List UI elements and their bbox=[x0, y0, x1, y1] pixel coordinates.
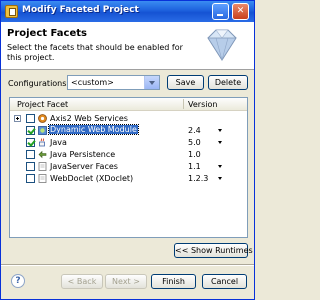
dialog-icon bbox=[5, 5, 18, 18]
persistence-icon bbox=[38, 150, 47, 159]
delete-button[interactable]: Delete bbox=[208, 75, 248, 90]
configurations-value: <custom> bbox=[71, 78, 114, 87]
facet-version[interactable]: 1.1 bbox=[188, 162, 201, 171]
facet-row-axis2[interactable]: Axis2 Web Services bbox=[10, 113, 247, 124]
facet-row-webdoclet[interactable]: WebDoclet (XDoclet) 1.2.3 bbox=[10, 173, 247, 184]
table-header: Project Facet Version bbox=[10, 98, 247, 111]
facet-checkbox[interactable] bbox=[26, 114, 35, 123]
diamond-gem-icon bbox=[207, 29, 237, 61]
version-dropdown-icon[interactable] bbox=[218, 177, 222, 180]
column-divider[interactable] bbox=[183, 99, 184, 109]
configurations-label: Configurations: bbox=[8, 79, 70, 88]
chevron-down-icon[interactable] bbox=[144, 76, 159, 89]
facet-name: Java Persistence bbox=[50, 150, 116, 159]
jsf-icon bbox=[38, 162, 47, 171]
minimize-button[interactable] bbox=[212, 3, 229, 20]
web-module-icon bbox=[38, 126, 47, 135]
close-button[interactable]: ✕ bbox=[232, 3, 249, 20]
facets-table: Project Facet Version Axis2 Web Services… bbox=[9, 97, 248, 238]
show-runtimes-button[interactable]: << Show Runtimes bbox=[174, 243, 253, 258]
facet-row-dynamic-web-module[interactable]: Dynamic Web Module 2.4 bbox=[10, 124, 247, 136]
dialog-window: Modify Faceted Project ✕ Project Facets … bbox=[0, 0, 255, 300]
configurations-dropdown[interactable]: <custom> bbox=[67, 75, 160, 90]
facet-row-javaserver-faces[interactable]: JavaServer Faces 1.1 bbox=[10, 161, 247, 172]
page-title: Project Facets bbox=[7, 28, 87, 39]
facet-name: Dynamic Web Module bbox=[48, 124, 139, 135]
title-bar[interactable]: Modify Faceted Project ✕ bbox=[1, 1, 254, 22]
facet-checkbox[interactable] bbox=[26, 162, 35, 171]
page-description: Select the facets that should be enabled… bbox=[7, 43, 183, 62]
facet-version[interactable]: 1.0 bbox=[188, 150, 201, 159]
facet-checkbox[interactable] bbox=[26, 138, 35, 147]
java-icon bbox=[39, 138, 45, 147]
facet-checkbox[interactable] bbox=[26, 174, 35, 183]
window-title: Modify Faceted Project bbox=[22, 5, 139, 15]
expand-icon[interactable] bbox=[14, 115, 21, 122]
facet-version[interactable]: 2.4 bbox=[188, 126, 201, 135]
footer-divider bbox=[1, 264, 254, 266]
wizard-header: Project Facets Select the facets that sh… bbox=[1, 22, 254, 70]
column-header-version[interactable]: Version bbox=[188, 100, 217, 109]
facet-name: Java bbox=[50, 138, 67, 147]
axis2-icon bbox=[38, 114, 47, 123]
version-dropdown-icon[interactable] bbox=[218, 129, 222, 132]
webdoclet-icon bbox=[38, 174, 47, 183]
finish-button[interactable]: Finish bbox=[151, 274, 196, 289]
facet-name: JavaServer Faces bbox=[50, 162, 118, 171]
facet-version[interactable]: 1.2.3 bbox=[188, 174, 208, 183]
facet-row-java-persistence[interactable]: Java Persistence 1.0 bbox=[10, 149, 247, 160]
version-dropdown-icon[interactable] bbox=[218, 165, 222, 168]
facet-row-java[interactable]: Java 5.0 bbox=[10, 137, 247, 148]
save-button[interactable]: Save bbox=[167, 75, 204, 90]
version-dropdown-icon[interactable] bbox=[218, 141, 222, 144]
facet-name: Axis2 Web Services bbox=[50, 114, 128, 123]
facet-checkbox[interactable] bbox=[26, 150, 35, 159]
facet-name: WebDoclet (XDoclet) bbox=[50, 174, 134, 183]
cancel-button[interactable]: Cancel bbox=[202, 274, 247, 289]
column-header-facet[interactable]: Project Facet bbox=[17, 100, 68, 109]
help-icon[interactable]: ? bbox=[11, 274, 25, 288]
back-button[interactable]: < Back bbox=[61, 274, 103, 289]
next-button[interactable]: Next > bbox=[105, 274, 147, 289]
facet-version[interactable]: 5.0 bbox=[188, 138, 201, 147]
facet-checkbox[interactable] bbox=[26, 126, 35, 135]
